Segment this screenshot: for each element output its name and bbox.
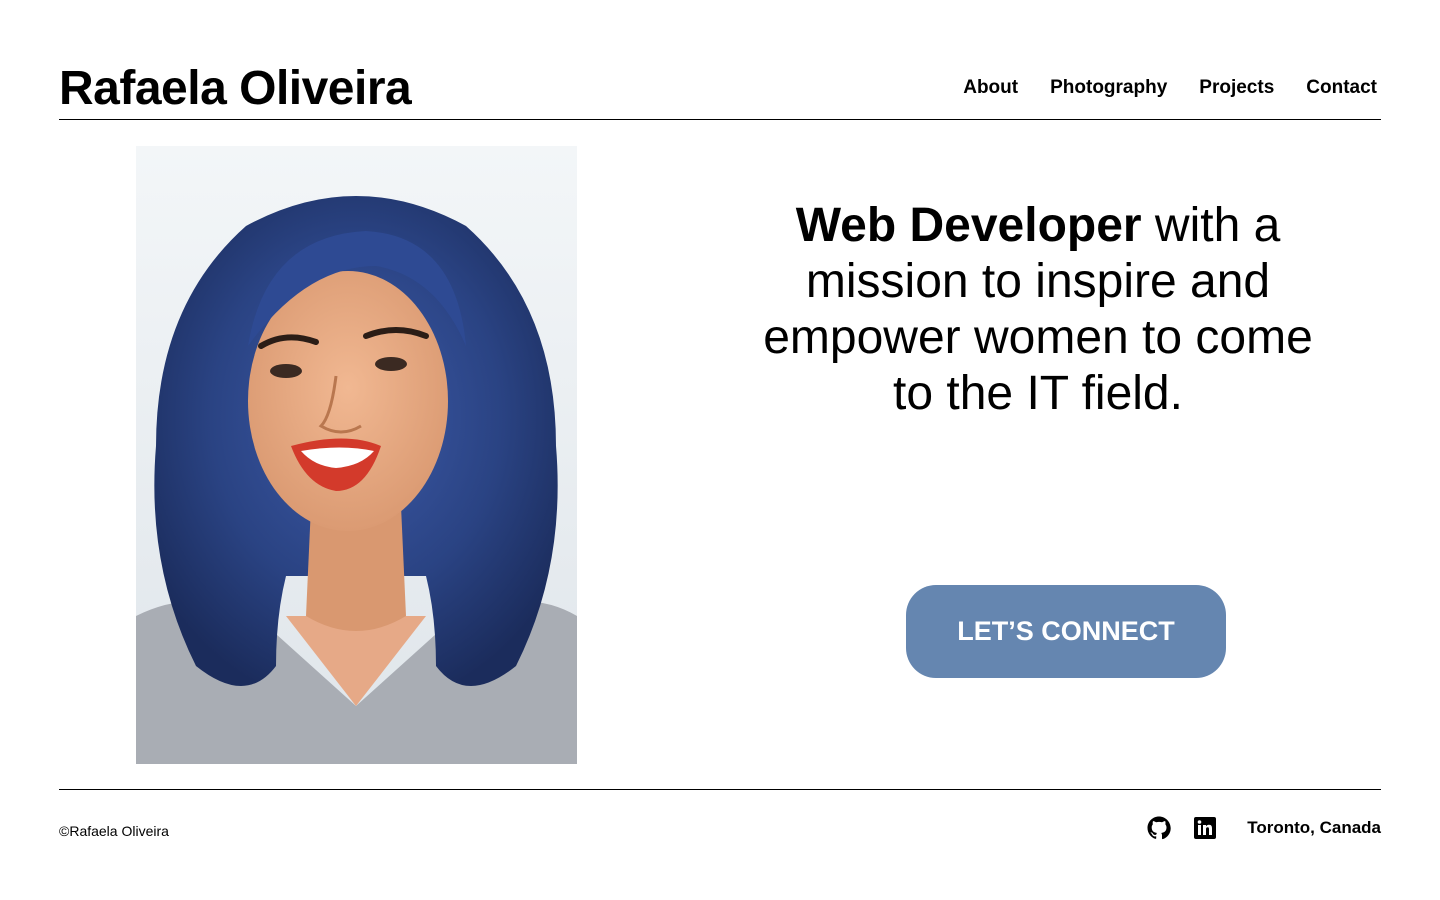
lets-connect-button[interactable]: LET’S CONNECT: [906, 585, 1226, 678]
copyright-icon: ©: [59, 823, 70, 839]
copyright: ©Rafaela Oliveira: [59, 823, 169, 839]
hero-tagline: Web Developer with a mission to inspire …: [738, 198, 1338, 422]
tagline-bold: Web Developer: [795, 199, 1142, 252]
copyright-name: Rafaela Oliveira: [69, 823, 169, 839]
nav-projects[interactable]: Projects: [1199, 77, 1274, 99]
github-icon[interactable]: [1147, 816, 1171, 840]
location: Toronto, Canada: [1247, 818, 1381, 837]
site-header: Rafaela Oliveira About Photography Proje…: [59, 58, 1381, 120]
site-footer: ©Rafaela Oliveira Toronto, Canada: [59, 789, 1381, 870]
footer-right: Toronto, Canada: [1147, 816, 1381, 840]
nav-about[interactable]: About: [963, 77, 1018, 99]
portrait-photo: [136, 146, 577, 764]
nav-contact[interactable]: Contact: [1306, 77, 1377, 99]
main-nav: About Photography Projects Contact: [963, 77, 1377, 99]
site-logo[interactable]: Rafaela Oliveira: [59, 58, 412, 120]
linkedin-icon[interactable]: [1193, 816, 1217, 840]
nav-photography[interactable]: Photography: [1050, 77, 1167, 99]
